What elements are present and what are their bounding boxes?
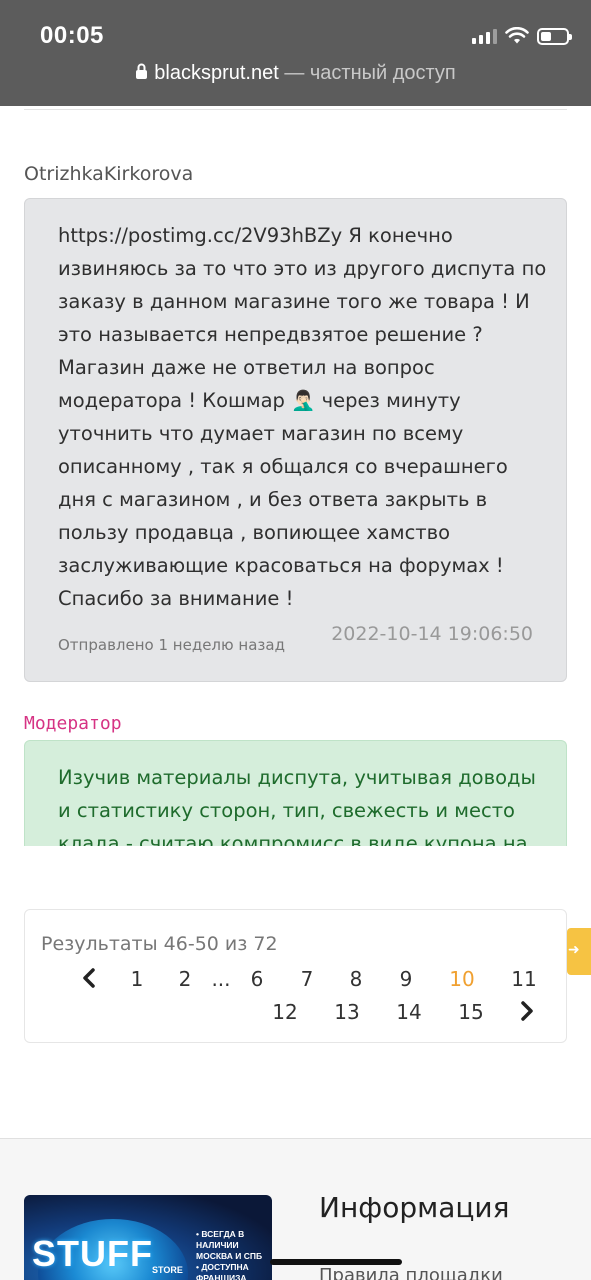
page-link-8[interactable]: 8	[336, 967, 376, 991]
status-time: 00:05	[40, 22, 104, 49]
banner-line: ДОСТУПНА ФРАНШИЗА	[196, 1262, 268, 1280]
page-link-11[interactable]: 11	[504, 967, 544, 991]
home-indicator[interactable]	[270, 1259, 402, 1265]
footer-info-title: Информация	[319, 1191, 510, 1224]
message-sent-ago: Отправлено 1 неделю назад	[58, 636, 285, 654]
page-link-9[interactable]: 9	[386, 967, 426, 991]
side-tab-button[interactable]: ➜	[567, 928, 591, 975]
user-message-text: https://postimg.cc/2V93hBZy Я конечно из…	[58, 224, 547, 610]
lock-icon	[136, 63, 148, 79]
chevron-left-icon[interactable]	[77, 968, 101, 988]
url-private-label: — частный доступ	[278, 62, 456, 84]
divider	[24, 109, 567, 110]
arrow-icon: ➜	[568, 942, 580, 958]
moderator-message-text: Изучив материалы диспута, учитывая довод…	[58, 766, 536, 846]
banner-brand: STUFF	[32, 1233, 153, 1274]
page-link-1[interactable]: 1	[117, 967, 157, 991]
page-link-12[interactable]: 12	[265, 1000, 305, 1024]
banner-line: ВСЕГДА В НАЛИЧИИ МОСКВА И СПБ	[196, 1229, 268, 1262]
message-timestamp: 2022-10-14 19:06:50	[331, 623, 533, 645]
page-link-13[interactable]: 13	[327, 1000, 367, 1024]
footer-rules-link[interactable]: Правила площадки	[319, 1265, 503, 1280]
banner-lines: ВСЕГДА В НАЛИЧИИ МОСКВА И СПБ ДОСТУПНА Ф…	[196, 1229, 268, 1280]
page-link-7[interactable]: 7	[287, 967, 327, 991]
page-link-15[interactable]: 15	[451, 1000, 491, 1024]
message-author: OtrizhkaKirkorova	[24, 163, 194, 185]
page-link-14[interactable]: 14	[389, 1000, 429, 1024]
page-link-10-current[interactable]: 10	[442, 967, 482, 991]
moderator-label: Модератор	[24, 713, 122, 734]
moderator-message-bubble: Изучив материалы диспута, учитывая довод…	[24, 740, 567, 846]
banner-store: STORE	[152, 1265, 183, 1275]
battery-icon	[537, 27, 572, 45]
results-count: Результаты 46-50 из 72	[41, 933, 278, 955]
url-domain: blacksprut.net	[154, 62, 279, 84]
user-message-bubble: https://postimg.cc/2V93hBZy Я конечно из…	[24, 198, 567, 682]
signal-icon	[472, 28, 497, 44]
page-ellipsis: ...	[211, 967, 231, 991]
chevron-right-icon[interactable]	[515, 1001, 539, 1021]
stuff-store-banner[interactable]: STUFF STORE ВСЕГДА В НАЛИЧИИ МОСКВА И СП…	[24, 1195, 272, 1280]
system-icons	[472, 26, 572, 46]
page-link-2[interactable]: 2	[165, 967, 205, 991]
page-link-6[interactable]: 6	[237, 967, 277, 991]
pagination: Результаты 46-50 из 72 1 2 ... 6 7 8 9 1…	[24, 909, 567, 1043]
browser-chrome: 00:05 blacksprut.net — частный доступ	[0, 0, 591, 106]
wifi-icon	[505, 27, 529, 44]
address-bar[interactable]: blacksprut.net — частный доступ	[0, 62, 591, 85]
